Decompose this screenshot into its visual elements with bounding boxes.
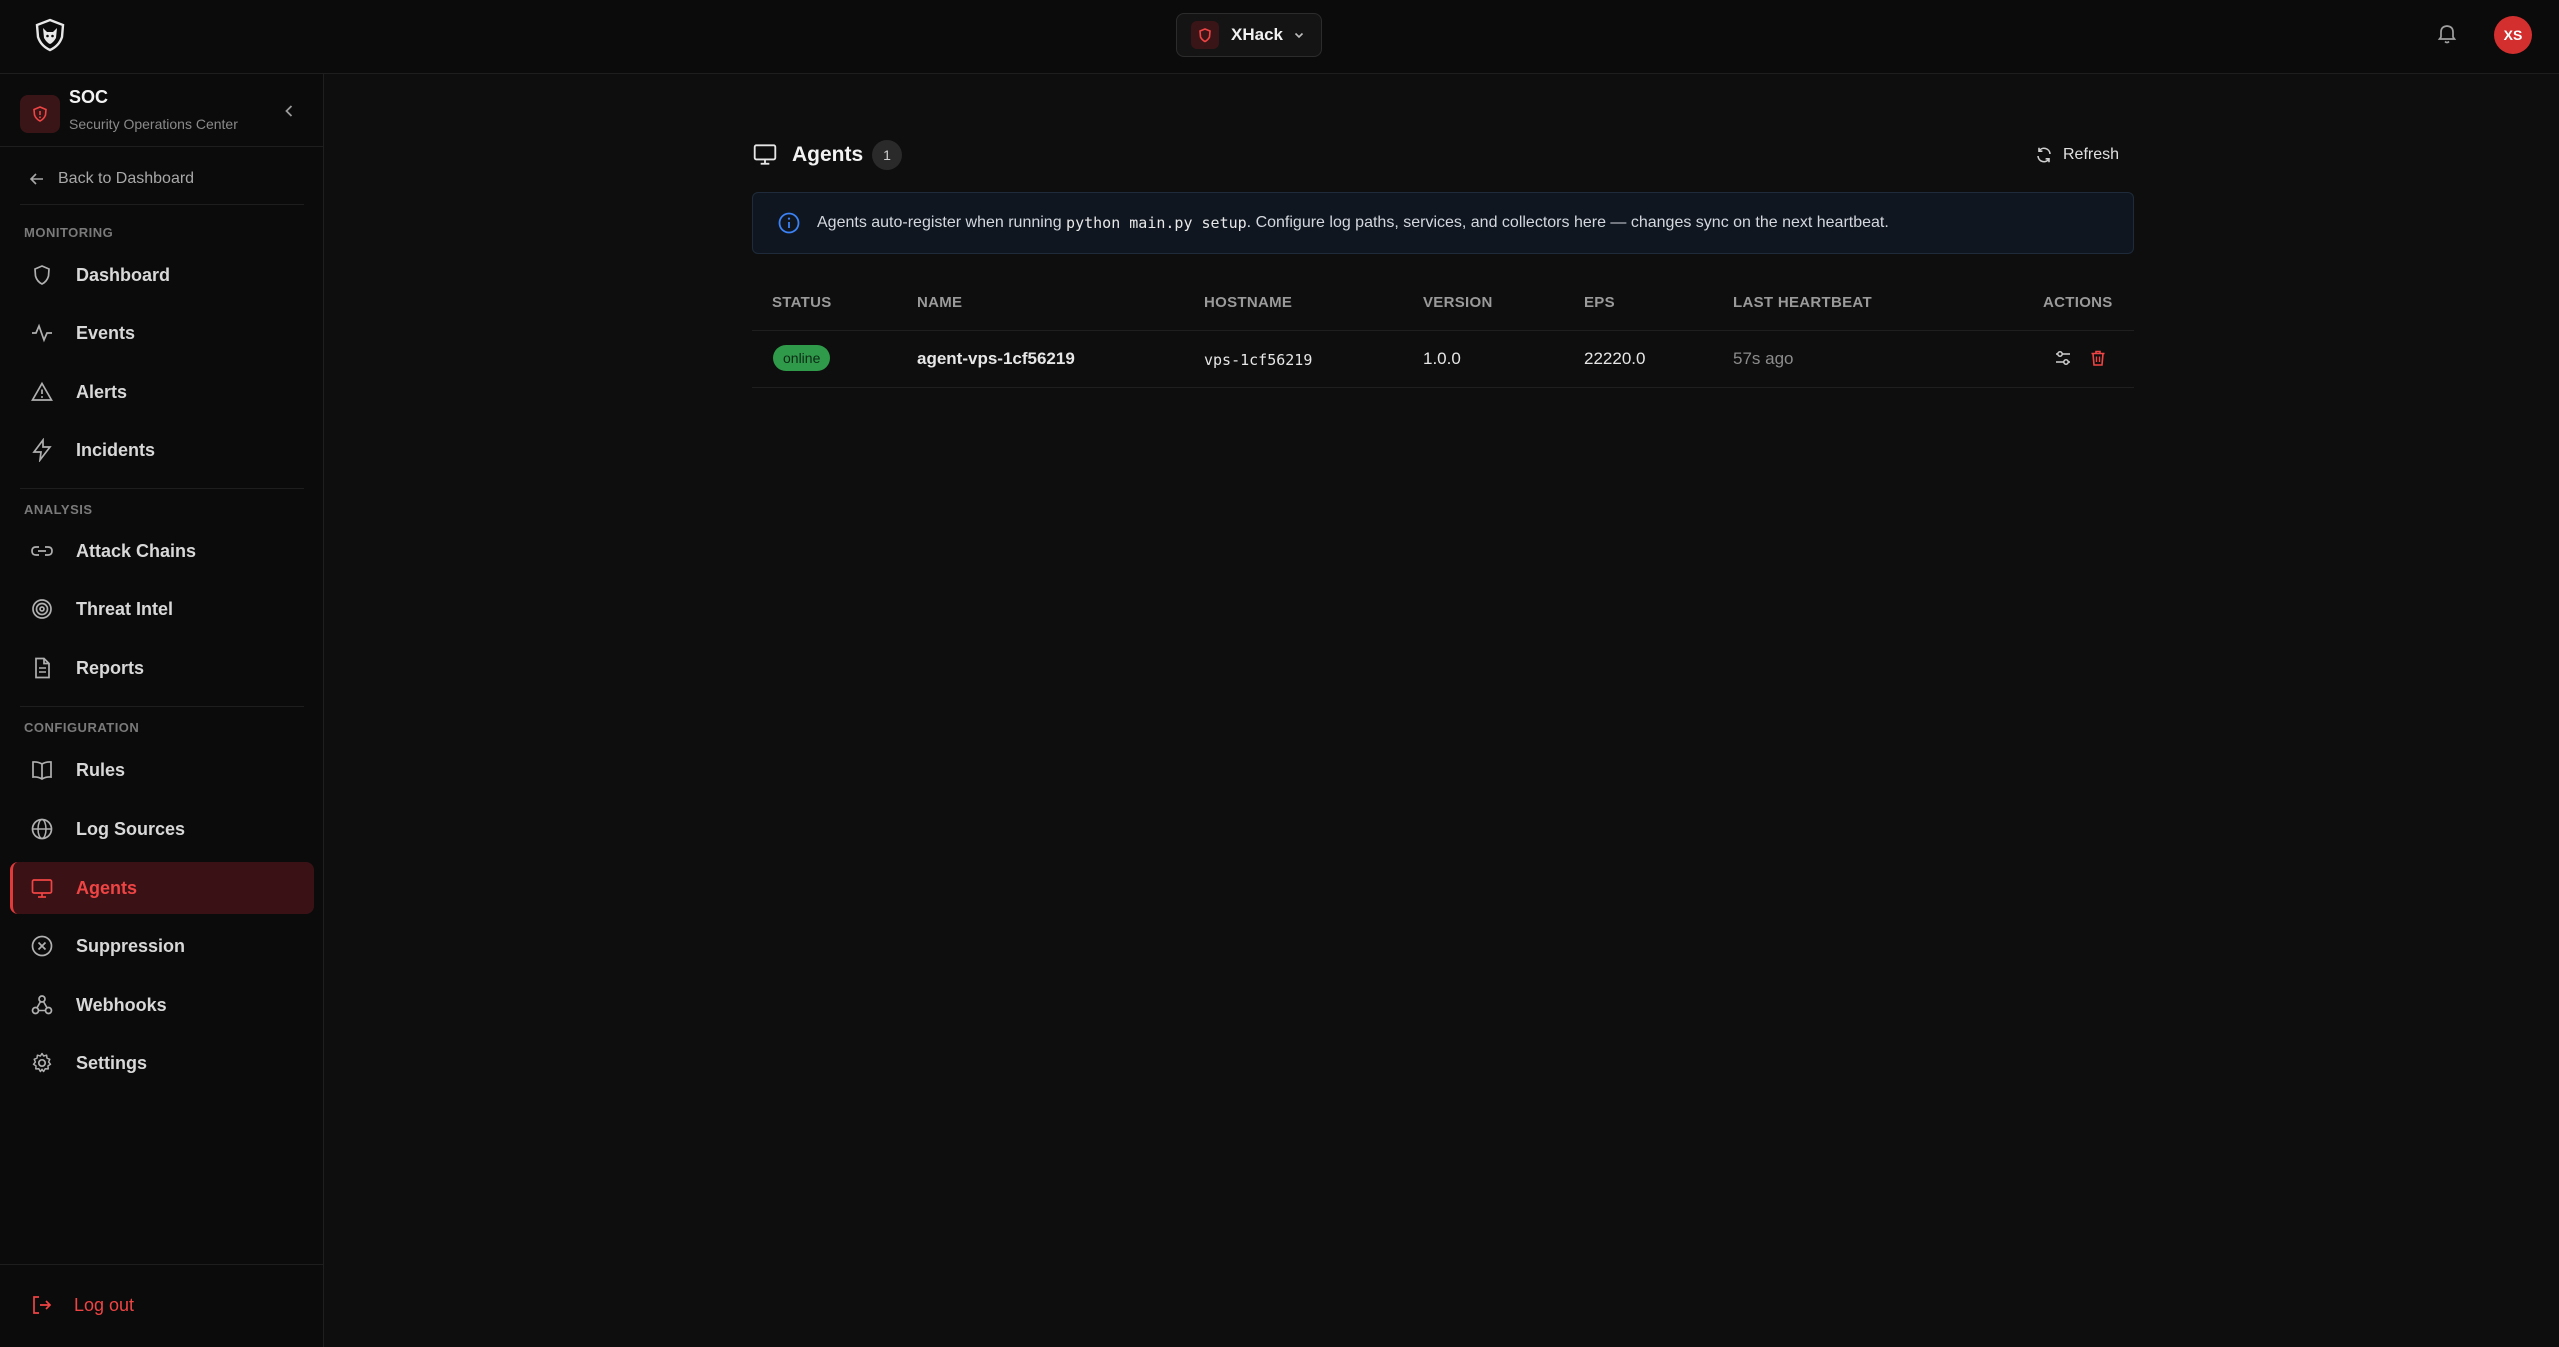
warning-triangle-icon [31, 381, 53, 401]
sidebar-subtitle: Security Operations Center [69, 116, 238, 132]
webhook-icon [31, 995, 53, 1015]
top-bar: XHack XS [0, 0, 2559, 74]
sidebar-item-label: Settings [76, 1052, 148, 1073]
divider [0, 1264, 323, 1265]
sidebar-item-alerts[interactable]: Alerts [10, 366, 314, 418]
sidebar-item-events[interactable]: Events [10, 307, 314, 359]
sidebar-item-attack-chains[interactable]: Attack Chains [10, 525, 314, 577]
shield-icon [34, 265, 50, 285]
agents-table: STATUS NAME HOSTNAME VERSION EPS LAST HE… [752, 282, 2134, 388]
refresh-button[interactable]: Refresh [2035, 140, 2119, 170]
soc-shield-icon [20, 95, 60, 133]
table-header: STATUS NAME HOSTNAME VERSION EPS LAST HE… [752, 282, 2134, 331]
configure-sliders-icon[interactable] [2053, 348, 2073, 368]
setup-command: python main.py setup [1066, 214, 1247, 232]
chevron-down-icon [1293, 29, 1305, 41]
refresh-icon [2037, 147, 2051, 163]
sidebar-title: SOC [69, 87, 109, 107]
section-label-configuration: CONFIGURATION [24, 720, 140, 735]
sidebar-item-webhooks[interactable]: Webhooks [10, 979, 314, 1031]
info-text-prefix: Agents auto-register when running [817, 214, 1067, 231]
section-label-monitoring: MONITORING [24, 225, 114, 240]
divider [20, 488, 304, 489]
column-header-status: STATUS [772, 294, 832, 311]
sidebar-item-dashboard[interactable]: Dashboard [10, 249, 314, 301]
lightning-icon [32, 438, 52, 462]
page-title: Agents [792, 143, 864, 166]
target-icon [32, 599, 52, 619]
user-avatar[interactable]: XS [2494, 16, 2532, 54]
sidebar-item-log-sources[interactable]: Log Sources [10, 803, 314, 855]
agent-count-badge: 1 [872, 140, 902, 170]
agent-last-heartbeat: 57s ago [1733, 349, 1794, 368]
agent-eps: 22220.0 [1584, 349, 1646, 368]
info-icon [778, 212, 800, 234]
sidebar-item-label: Alerts [76, 381, 128, 402]
sidebar-item-label: Incidents [76, 439, 156, 460]
divider [20, 204, 304, 205]
agent-hostname: vps-1cf56219 [1204, 351, 1313, 369]
delete-trash-icon[interactable] [2088, 348, 2108, 368]
back-label: Back to Dashboard [58, 170, 195, 187]
sidebar-item-label: Dashboard [76, 264, 171, 285]
sidebar-item-label: Threat Intel [76, 598, 174, 619]
table-row[interactable]: online agent-vps-1cf56219 vps-1cf56219 1… [752, 331, 2134, 388]
wolf-logo-icon[interactable] [32, 17, 68, 53]
activity-icon [32, 323, 52, 343]
sidebar-item-label: Rules [76, 759, 126, 780]
workspace-icon [1191, 21, 1219, 49]
agent-name: agent-vps-1cf56219 [917, 349, 1075, 368]
sidebar-item-label: Suppression [76, 935, 186, 956]
sidebar: SOC Security Operations Center Back to D… [0, 74, 324, 1347]
sidebar-item-agents[interactable]: Agents [10, 862, 314, 914]
collapse-sidebar-chevron-left-icon[interactable] [278, 100, 300, 122]
globe-icon [31, 818, 53, 840]
status-badge: online [773, 345, 831, 371]
sidebar-item-label: Log Sources [76, 818, 186, 839]
info-banner: Agents auto-register when running python… [752, 192, 2134, 254]
sidebar-header: SOC Security Operations Center [0, 74, 323, 147]
logout-icon [33, 1296, 52, 1314]
book-icon [32, 761, 52, 781]
sidebar-item-rules[interactable]: Rules [10, 744, 314, 796]
column-header-version: VERSION [1423, 294, 1493, 311]
sidebar-item-label: Agents [76, 877, 138, 898]
agent-version: 1.0.0 [1423, 349, 1461, 368]
column-header-name: NAME [917, 294, 963, 311]
workspace-name: XHack [1231, 25, 1283, 44]
column-header-hostname: HOSTNAME [1204, 294, 1293, 311]
section-label-analysis: ANALYSIS [24, 502, 93, 517]
logout-button[interactable]: Log out [30, 1294, 134, 1316]
workspace-switcher[interactable]: XHack [1176, 13, 1322, 57]
logout-label: Log out [74, 1294, 135, 1315]
sidebar-item-suppression[interactable]: Suppression [10, 920, 314, 972]
link-icon [31, 546, 53, 556]
info-text-suffix: . Configure log paths, services, and col… [1246, 214, 1889, 231]
sidebar-item-label: Reports [76, 657, 145, 678]
sidebar-item-incidents[interactable]: Incidents [10, 424, 314, 476]
x-circle-icon [31, 935, 53, 957]
back-to-dashboard-link[interactable]: Back to Dashboard [28, 166, 194, 192]
sidebar-item-label: Webhooks [76, 994, 167, 1015]
column-header-last-heartbeat: LAST HEARTBEAT [1733, 294, 1872, 311]
refresh-label: Refresh [2063, 146, 2120, 163]
sidebar-item-settings[interactable]: Settings [10, 1037, 314, 1089]
monitor-icon [752, 141, 778, 167]
sidebar-item-threat-intel[interactable]: Threat Intel [10, 583, 314, 635]
gear-icon [32, 1052, 52, 1073]
arrow-left-icon [29, 173, 43, 185]
divider [20, 706, 304, 707]
sidebar-item-reports[interactable]: Reports [10, 642, 314, 694]
column-header-actions: ACTIONS [2043, 294, 2113, 311]
document-icon [35, 657, 50, 679]
sidebar-item-label: Events [76, 322, 136, 343]
column-header-eps: EPS [1584, 294, 1615, 311]
page-header: Agents 1 Refresh [752, 140, 2134, 170]
monitor-icon [31, 879, 53, 898]
notification-bell-icon[interactable] [2435, 21, 2459, 45]
sidebar-item-label: Attack Chains [76, 540, 197, 561]
